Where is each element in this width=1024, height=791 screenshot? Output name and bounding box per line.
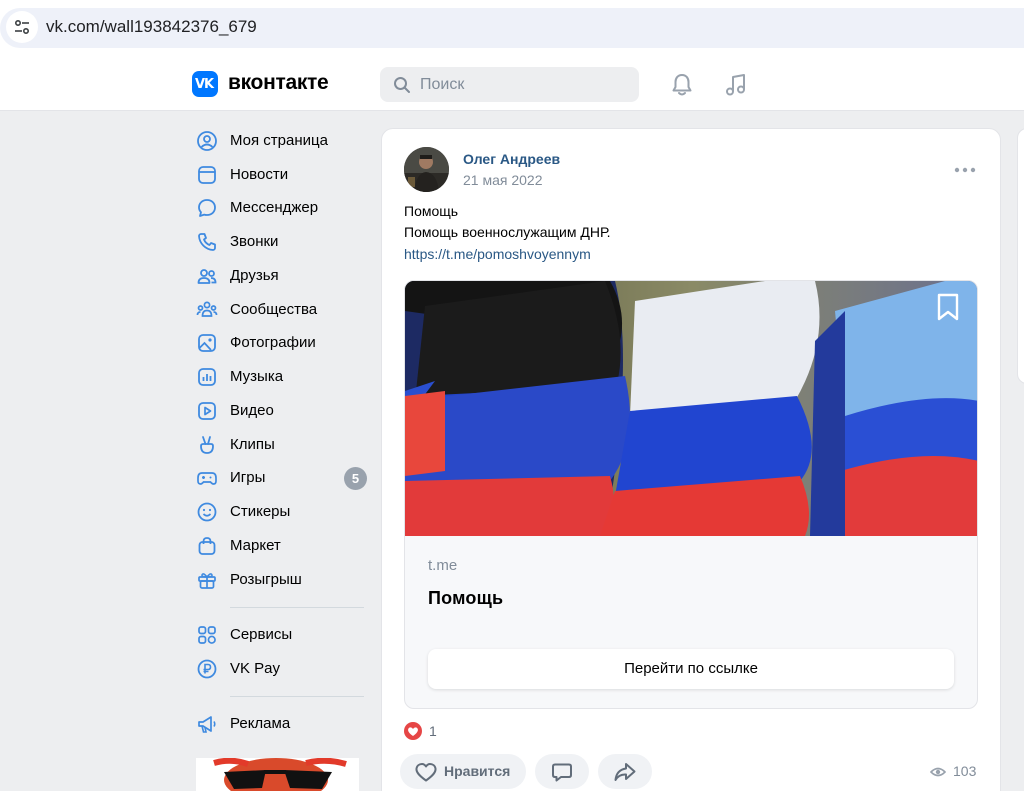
right-sidebar-card: [1017, 128, 1024, 384]
heart-reaction-icon[interactable]: [404, 722, 422, 740]
views-count: 103: [953, 763, 977, 779]
sidebar-item-stickers[interactable]: Стикеры: [192, 495, 368, 527]
gift-icon: [198, 573, 216, 589]
sidebar-item-label: VK Pay: [230, 660, 281, 677]
market-icon: [198, 537, 216, 555]
sidebar-item-music[interactable]: Музыка: [192, 360, 368, 392]
friends-icon: [197, 269, 217, 284]
comment-button[interactable]: [535, 754, 589, 789]
sidebar-item-label: Маркет: [230, 537, 281, 554]
url-text[interactable]: vk.com/wall193842376_679: [46, 17, 257, 37]
post-author-name[interactable]: Олег Андреев: [463, 151, 560, 167]
search-icon: [394, 77, 410, 93]
link-attachment-card[interactable]: [404, 280, 978, 709]
attachment-domain: t.me: [428, 557, 458, 574]
author-avatar[interactable]: [404, 147, 449, 192]
bell-icon[interactable]: [669, 72, 695, 98]
comment-icon: [552, 763, 572, 782]
attachment-flags-image: [405, 281, 977, 536]
sidebar-item-label: Моя страница: [230, 132, 328, 149]
sidebar-item-label: Сервисы: [230, 626, 293, 643]
sidebar-item-label: Фотографии: [230, 334, 316, 351]
sidebar-item-games[interactable]: Игры: [192, 461, 368, 493]
avatar-photo: [404, 147, 449, 192]
ad-thumbnail-image[interactable]: [196, 758, 359, 791]
news-icon: [198, 166, 216, 184]
like-button[interactable]: Нравится: [400, 754, 526, 789]
stickers-icon: [197, 502, 217, 522]
sidebar-item-label: Игры: [230, 469, 266, 486]
photos-icon: [198, 334, 216, 352]
music-icon[interactable]: [723, 72, 749, 98]
heart-icon: [415, 763, 437, 782]
ads-icon: [198, 716, 216, 733]
post-text-line: Помощь военнослужащим ДНР.: [404, 224, 611, 240]
sidebar-divider: [230, 696, 364, 697]
bookmark-icon[interactable]: [934, 292, 962, 322]
search-box[interactable]: [380, 67, 639, 102]
sidebar-item-communities[interactable]: Сообщества: [192, 293, 368, 325]
sidebar-item-market[interactable]: Маркет: [192, 529, 368, 561]
sidebar-item-ads[interactable]: Реклама: [192, 707, 368, 739]
reactions-count[interactable]: 1: [429, 723, 437, 739]
sidebar-item-label: Новости: [230, 166, 289, 183]
sidebar-divider: [230, 607, 364, 608]
search-input[interactable]: [420, 74, 620, 96]
vk-brand-name[interactable]: вконтакте: [228, 71, 329, 95]
browser-toolbar: vk.com/wall193842376_679: [0, 0, 1024, 55]
messenger-icon: [198, 199, 216, 217]
sidebar-item-label: Мессенджер: [230, 199, 319, 216]
eye-icon: [930, 767, 946, 777]
share-button[interactable]: [598, 754, 652, 789]
sidebar-item-label: Стикеры: [230, 503, 291, 520]
clips-icon: [200, 436, 214, 454]
open-link-button[interactable]: Перейти по ссылке: [428, 649, 954, 689]
sidebar-item-label: Розыгрыш: [230, 571, 302, 588]
sidebar-item-messenger[interactable]: Мессенджер: [192, 191, 368, 223]
sidebar-item-label: Видео: [230, 402, 274, 419]
post-link[interactable]: https://t.me/pomoshvoyennym: [404, 246, 591, 262]
vk-logo-letters: VK: [195, 77, 214, 92]
communities-icon: [196, 301, 218, 317]
sidebar-item-label: Сообщества: [230, 301, 318, 318]
games-count-badge: 5: [344, 467, 367, 490]
sidebar-item-clips[interactable]: Клипы: [192, 428, 368, 460]
services-icon: [198, 626, 216, 644]
vkpay-icon: [197, 659, 217, 679]
like-button-label: Нравится: [444, 763, 511, 779]
sidebar-item-news[interactable]: Новости: [192, 158, 368, 190]
sidebar-item-label: Друзья: [230, 267, 279, 284]
sidebar-item-label: Клипы: [230, 436, 275, 453]
vk-logo-icon[interactable]: VK: [192, 71, 218, 97]
phone-icon: [198, 233, 216, 251]
ad-image-sunglasses: [196, 758, 359, 791]
sidebar-item-label: Музыка: [230, 368, 284, 385]
sidebar-item-photos[interactable]: Фотографии: [192, 326, 368, 358]
sidebar-item-giveaway[interactable]: Розыгрыш: [192, 563, 368, 595]
sidebar-item-label: Реклама: [230, 715, 291, 732]
music-icon: [198, 368, 216, 386]
sidebar-item-calls[interactable]: Звонки: [192, 225, 368, 257]
sidebar-item-my-page[interactable]: Моя страница: [192, 124, 368, 156]
sidebar-item-label: Звонки: [230, 233, 279, 250]
games-icon: [197, 472, 217, 485]
sidebar-item-services[interactable]: Сервисы: [192, 618, 368, 650]
post-date[interactable]: 21 мая 2022: [463, 172, 543, 188]
sidebar-item-vk-pay[interactable]: VK Pay: [192, 652, 368, 684]
video-icon: [198, 402, 216, 420]
attachment-title[interactable]: Помощь: [428, 588, 503, 609]
site-settings-icon[interactable]: [6, 11, 38, 43]
post-text-line: Помощь: [404, 203, 459, 219]
sidebar-item-video[interactable]: Видео: [192, 394, 368, 426]
sidebar-item-friends[interactable]: Друзья: [192, 259, 368, 291]
share-icon: [614, 763, 636, 781]
user-icon: [197, 131, 217, 151]
more-options-icon[interactable]: [953, 160, 977, 180]
